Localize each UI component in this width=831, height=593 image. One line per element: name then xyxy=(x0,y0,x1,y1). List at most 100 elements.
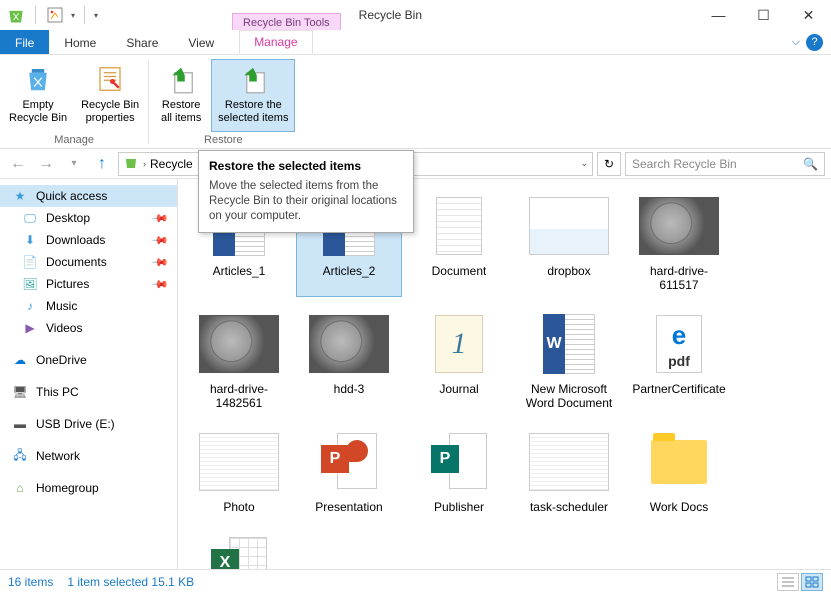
file-label: Work Docs xyxy=(650,500,708,514)
file-thumbnail-icon: 1 xyxy=(416,312,502,376)
help-icon[interactable]: ? xyxy=(806,34,823,51)
tab-file[interactable]: File xyxy=(0,30,49,54)
minimize-button[interactable]: — xyxy=(696,1,741,30)
sidebar-item-pictures[interactable]: 🖼 Pictures📌 xyxy=(0,273,177,295)
pin-icon: 📌 xyxy=(151,253,170,272)
file-thumbnail-icon xyxy=(196,430,282,494)
file-item[interactable]: task-scheduler xyxy=(516,425,622,519)
file-item[interactable]: Photo xyxy=(186,425,292,519)
sidebar-homegroup[interactable]: ⌂ Homegroup xyxy=(0,477,177,499)
ribbon-collapse-icon[interactable]: ⌵ xyxy=(792,36,800,49)
file-label: Publisher xyxy=(434,500,484,514)
file-thumbnail-icon: P xyxy=(416,430,502,494)
recent-locations-button[interactable]: ▾ xyxy=(62,152,86,176)
maximize-button[interactable]: ☐ xyxy=(741,1,786,30)
desktop-icon: 🖵 xyxy=(22,210,38,226)
navigation-pane: ★ Quick access 🖵 Desktop📌 ⬇ Downloads📌 📄… xyxy=(0,179,178,569)
restore-all-items-button[interactable]: Restore all items xyxy=(151,59,211,132)
sidebar-item-videos[interactable]: ▶ Videos xyxy=(0,317,177,339)
file-item[interactable]: Work Docs xyxy=(626,425,732,519)
recycle-bin-app-icon xyxy=(6,5,26,25)
restore-selected-icon xyxy=(237,63,269,95)
file-thumbnail-icon: P xyxy=(306,430,392,494)
ribbon-group-restore-label: Restore xyxy=(151,132,295,148)
file-label: Presentation xyxy=(315,500,382,514)
file-item[interactable]: hard-drive-611517 xyxy=(626,189,732,297)
qat-dropdown-icon[interactable]: ▾ xyxy=(71,11,75,20)
pin-icon: 📌 xyxy=(151,231,170,250)
file-label: New Microsoft Word Document xyxy=(521,382,617,410)
file-item[interactable]: epdf PartnerCertificate xyxy=(626,307,732,415)
sidebar-usb-drive[interactable]: ▬ USB Drive (E:) xyxy=(0,413,177,435)
file-list[interactable]: W Articles_1 W Articles_2 Document dropb… xyxy=(178,179,831,569)
file-item[interactable]: W New Microsoft Word Document xyxy=(516,307,622,415)
file-label: Photo xyxy=(223,500,254,514)
file-item[interactable]: P Presentation xyxy=(296,425,402,519)
sidebar-item-documents[interactable]: 📄 Documents📌 xyxy=(0,251,177,273)
status-item-count: 16 items xyxy=(8,575,53,589)
file-thumbnail-icon: epdf xyxy=(636,312,722,376)
music-icon: ♪ xyxy=(22,298,38,314)
forward-button[interactable]: → xyxy=(34,152,58,176)
sidebar-this-pc[interactable]: 🖥 This PC xyxy=(0,381,177,403)
documents-icon: 📄 xyxy=(22,254,38,270)
file-item[interactable]: 1 Journal xyxy=(406,307,512,415)
qat-properties-icon[interactable] xyxy=(45,5,65,25)
file-thumbnail-icon xyxy=(196,312,282,376)
sidebar-quick-access[interactable]: ★ Quick access xyxy=(0,185,177,207)
pin-icon: 📌 xyxy=(151,275,170,294)
file-item[interactable]: P Publisher xyxy=(406,425,512,519)
breadcrumb-dropdown-icon[interactable]: ⌄ xyxy=(580,158,588,169)
restore-selected-items-button[interactable]: Restore the selected items xyxy=(211,59,295,132)
pictures-icon: 🖼 xyxy=(22,276,38,292)
file-label: Document xyxy=(432,264,487,278)
file-label: PartnerCertificate xyxy=(632,382,725,396)
chevron-right-icon[interactable]: › xyxy=(143,159,146,169)
sidebar-item-music[interactable]: ♪ Music xyxy=(0,295,177,317)
tooltip-body: Move the selected items from the Recycle… xyxy=(209,179,403,224)
refresh-button[interactable]: ↻ xyxy=(597,152,621,176)
recycle-bin-properties-button[interactable]: Recycle Bin properties xyxy=(74,59,146,132)
homegroup-icon: ⌂ xyxy=(12,480,28,496)
file-item[interactable]: hdd-3 xyxy=(296,307,402,415)
tab-manage[interactable]: Manage xyxy=(239,30,312,54)
sidebar-item-desktop[interactable]: 🖵 Desktop📌 xyxy=(0,207,177,229)
search-input[interactable]: Search Recycle Bin 🔍 xyxy=(625,152,825,176)
quick-access-toolbar: ▾ ▾ xyxy=(0,5,104,25)
file-thumbnail-icon xyxy=(636,194,722,258)
file-label: task-scheduler xyxy=(530,500,608,514)
file-thumbnail-icon xyxy=(416,194,502,258)
file-item[interactable]: X Worksheet xyxy=(186,529,292,569)
qat-customize-icon[interactable]: ▾ xyxy=(94,11,98,20)
ribbon-group-manage-label: Manage xyxy=(2,132,146,148)
sidebar-item-downloads[interactable]: ⬇ Downloads📌 xyxy=(0,229,177,251)
file-thumbnail-icon xyxy=(636,430,722,494)
file-item[interactable]: hard-drive-1482561 xyxy=(186,307,292,415)
tab-share[interactable]: Share xyxy=(111,30,173,54)
file-thumbnail-icon xyxy=(526,430,612,494)
downloads-icon: ⬇ xyxy=(22,232,38,248)
contextual-tab-label: Recycle Bin Tools xyxy=(232,13,341,30)
sidebar-network[interactable]: 🖧 Network xyxy=(0,445,177,467)
file-thumbnail-icon xyxy=(306,312,392,376)
file-item[interactable]: dropbox xyxy=(516,189,622,297)
title-bar: ▾ ▾ Recycle Bin Tools Recycle Bin — ☐ ✕ xyxy=(0,0,831,30)
sidebar-onedrive[interactable]: ☁ OneDrive xyxy=(0,349,177,371)
empty-recycle-bin-button[interactable]: Empty Recycle Bin xyxy=(2,59,74,132)
details-view-button[interactable] xyxy=(777,573,799,591)
tab-home[interactable]: Home xyxy=(49,30,111,54)
file-item[interactable]: Document xyxy=(406,189,512,297)
up-button[interactable]: ↑ xyxy=(90,152,114,176)
tab-view[interactable]: View xyxy=(173,30,229,54)
file-thumbnail-icon: X xyxy=(196,534,282,569)
status-bar: 16 items 1 item selected 15.1 KB xyxy=(0,569,831,593)
ribbon-tabs: File Home Share View Manage ⌵ ? xyxy=(0,30,831,55)
usb-icon: ▬ xyxy=(12,416,28,432)
thumbnails-view-button[interactable] xyxy=(801,573,823,591)
restore-all-icon xyxy=(165,63,197,95)
close-button[interactable]: ✕ xyxy=(786,1,831,30)
breadcrumb-segment[interactable]: Recycle xyxy=(150,157,193,171)
back-button[interactable]: ← xyxy=(6,152,30,176)
ribbon: Empty Recycle Bin Recycle Bin properties… xyxy=(0,55,831,149)
file-label: dropbox xyxy=(547,264,590,278)
